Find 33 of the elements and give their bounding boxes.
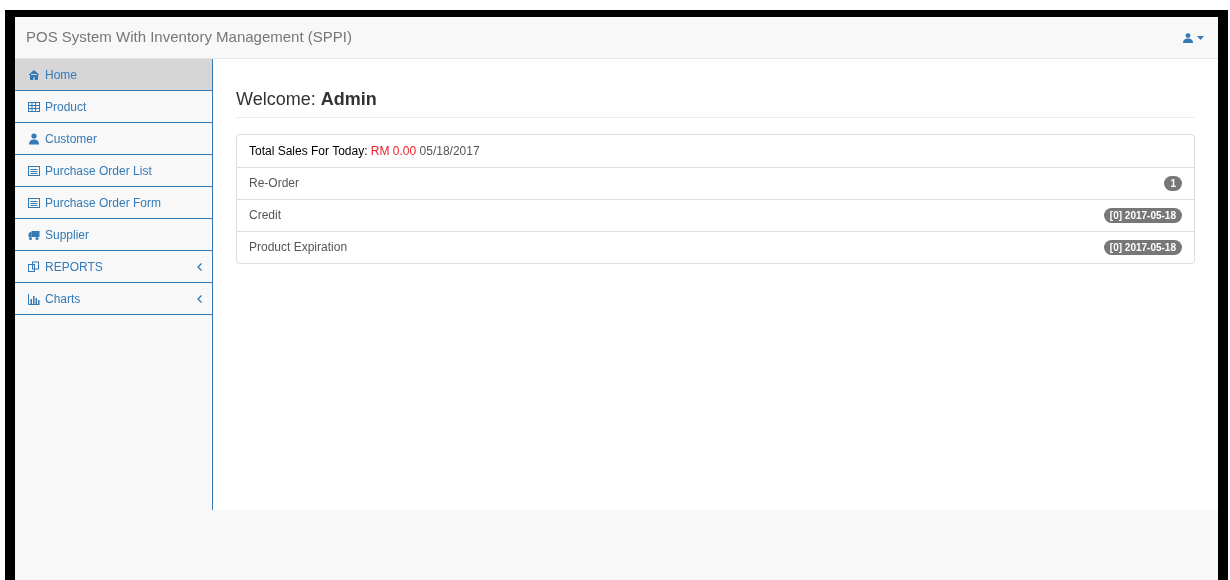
chevron-icon xyxy=(197,262,202,271)
user-icon xyxy=(28,132,40,145)
table-icon xyxy=(28,100,40,113)
alert-label: Credit xyxy=(249,207,281,225)
user-icon xyxy=(1183,32,1193,43)
count-badge: [0] 2017-05-18 xyxy=(1103,207,1182,223)
alert-row[interactable]: Credit [0] 2017-05-18 xyxy=(237,198,1194,231)
home-icon xyxy=(28,68,40,81)
list-icon xyxy=(28,164,40,177)
welcome-heading: Welcome: Admin xyxy=(236,89,1195,118)
copy-icon xyxy=(28,260,40,273)
list-icon xyxy=(28,196,40,209)
caret-icon xyxy=(1197,35,1204,40)
user-menu-button[interactable] xyxy=(1183,32,1204,43)
sidebar-item[interactable]: Customer xyxy=(15,123,212,155)
sidebar-item[interactable]: Product xyxy=(15,91,212,123)
bar-chart-icon xyxy=(28,292,40,305)
alert-row[interactable]: Product Expiration [0] 2017-05-18 xyxy=(237,230,1194,263)
total-sales-text: Total Sales For Today: RM 0.00 05/18/2017 xyxy=(249,142,480,160)
alert-label: Product Expiration xyxy=(249,239,348,257)
count-badge: [0] 2017-05-18 xyxy=(1103,239,1182,255)
truck-icon xyxy=(28,228,40,241)
chevron-icon xyxy=(197,294,202,303)
sidebar-item[interactable]: REPORTS xyxy=(15,251,212,283)
sidebar-item[interactable]: Purchase Order List xyxy=(15,155,212,187)
sidebar-item[interactable]: Home xyxy=(15,59,212,91)
alert-row[interactable]: Re-Order 1 xyxy=(237,166,1194,199)
app-title[interactable]: POS System With Inventory Management (SPPI) xyxy=(26,26,352,49)
sidebar-item[interactable]: Purchase Order Form xyxy=(15,187,212,219)
sidebar-item[interactable]: Supplier xyxy=(15,219,212,251)
sidebar-item[interactable]: Charts xyxy=(15,283,212,315)
alert-label: Re-Order xyxy=(249,175,299,193)
count-badge: 1 xyxy=(1164,175,1182,191)
